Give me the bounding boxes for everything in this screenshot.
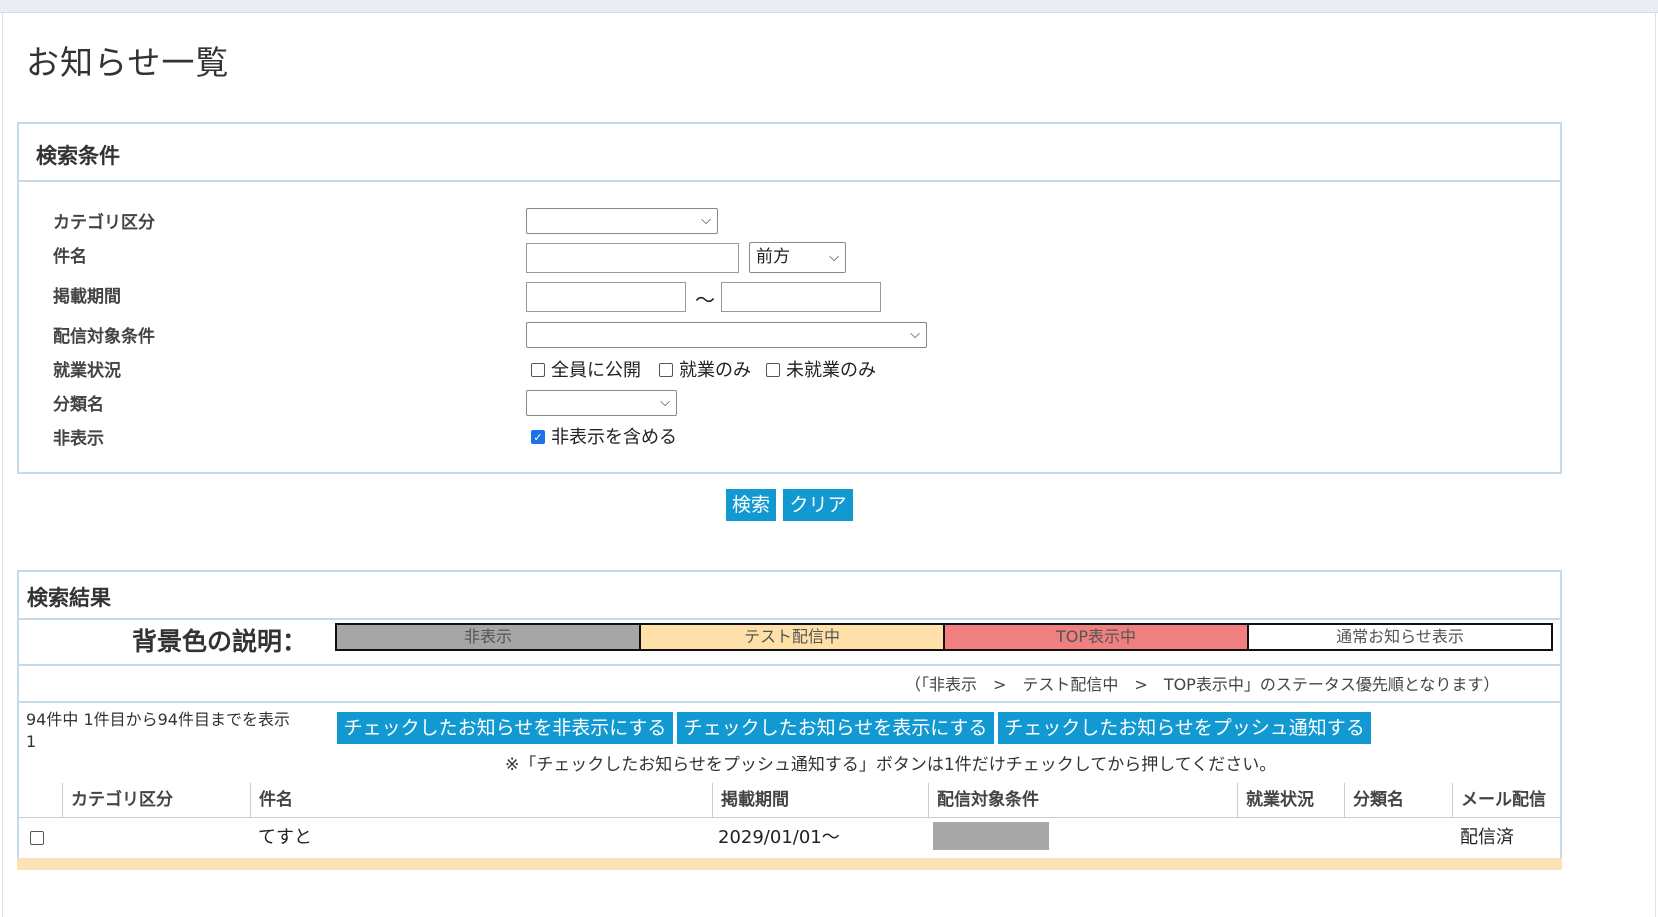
column-header-classification: 分類名 bbox=[1344, 783, 1452, 817]
legend-test-delivery: テスト配信中 bbox=[641, 625, 945, 649]
subject-input[interactable] bbox=[526, 243, 739, 273]
page-number: 1 bbox=[26, 732, 37, 751]
classification-label: 分類名 bbox=[53, 395, 104, 415]
results-panel-header: 検索結果 bbox=[19, 572, 1560, 620]
classification-select[interactable]: ⌵ bbox=[526, 390, 677, 416]
divider bbox=[17, 664, 1562, 666]
search-button[interactable]: 検索 bbox=[726, 489, 776, 521]
subject-label: 件名 bbox=[53, 247, 87, 267]
category-select[interactable]: ⌵ bbox=[526, 208, 718, 234]
period-label: 掲載期間 bbox=[53, 287, 121, 307]
column-header-employment: 就業状況 bbox=[1237, 783, 1344, 817]
legend-normal-display: 通常お知らせ表示 bbox=[1249, 625, 1551, 649]
column-header-mail: メール配信 bbox=[1452, 783, 1562, 817]
push-checked-button[interactable]: チェックしたお知らせをプッシュ通知する bbox=[998, 712, 1371, 744]
category-label: カテゴリ区分 bbox=[53, 213, 155, 233]
row-classification bbox=[1344, 818, 1452, 858]
employment-all-label: 全員に公開 bbox=[551, 360, 641, 381]
next-row-test-delivery bbox=[17, 858, 1562, 870]
background-color-legend: 非表示 テスト配信中 TOP表示中 通常お知らせ表示 bbox=[335, 623, 1553, 651]
table-row: てすと 2029/01/01～ 配信済 bbox=[17, 818, 1562, 858]
legend-label: 背景色の説明： bbox=[132, 627, 308, 656]
legend-top-display: TOP表示中 bbox=[945, 625, 1249, 649]
clear-button[interactable]: クリア bbox=[783, 489, 853, 521]
page-title: お知らせ一覧 bbox=[26, 43, 230, 82]
target-select[interactable]: ⌵ bbox=[526, 322, 927, 348]
employment-label: 就業状況 bbox=[53, 361, 121, 381]
row-target-redacted bbox=[933, 822, 1049, 850]
period-tilde: ～ bbox=[695, 288, 715, 312]
employment-not-working-checkbox[interactable] bbox=[766, 363, 780, 377]
chevron-down-icon: ⌵ bbox=[910, 327, 920, 342]
row-category bbox=[62, 818, 250, 858]
employment-not-working-label: 未就業のみ bbox=[786, 360, 876, 381]
period-to-input[interactable] bbox=[721, 282, 881, 312]
hidden-include-checkbox[interactable]: ✓ bbox=[531, 430, 545, 444]
column-header-period: 掲載期間 bbox=[712, 783, 928, 817]
push-note: ※「チェックしたお知らせをプッシュ通知する」ボタンは1件だけチェックしてから押し… bbox=[505, 755, 1277, 775]
show-checked-button[interactable]: チェックしたお知らせを表示にする bbox=[677, 712, 994, 744]
column-header-target: 配信対象条件 bbox=[928, 783, 1237, 817]
chevron-down-icon: ⌵ bbox=[829, 250, 839, 265]
priority-note: （「非表示 > テスト配信中 > TOP表示中」のステータス優先順となります） bbox=[905, 675, 1500, 694]
legend-hidden: 非表示 bbox=[337, 625, 641, 649]
subject-match-value: 前方 bbox=[756, 247, 790, 267]
target-label: 配信対象条件 bbox=[53, 327, 155, 347]
period-from-input[interactable] bbox=[526, 282, 686, 312]
column-header-subject: 件名 bbox=[250, 783, 712, 817]
chevron-down-icon: ⌵ bbox=[701, 213, 711, 228]
search-panel-header: 検索条件 bbox=[19, 124, 1560, 182]
row-mail: 配信済 bbox=[1460, 827, 1514, 848]
hidden-include-label: 非表示を含める bbox=[551, 427, 677, 448]
search-panel: 検索条件 カテゴリ区分 ⌵ 件名 前方 ⌵ 掲載期間 ～ 配信対象条件 ⌵ 就業… bbox=[17, 122, 1562, 474]
divider bbox=[17, 701, 1562, 703]
row-checkbox[interactable] bbox=[30, 831, 44, 845]
hidden-label: 非表示 bbox=[53, 429, 104, 449]
employment-all-checkbox[interactable] bbox=[531, 363, 545, 377]
row-subject[interactable]: てすと bbox=[250, 818, 712, 858]
subject-match-select[interactable]: 前方 ⌵ bbox=[749, 242, 846, 273]
employment-working-checkbox[interactable] bbox=[659, 363, 673, 377]
hide-checked-button[interactable]: チェックしたお知らせを非表示にする bbox=[337, 712, 673, 744]
row-employment bbox=[1237, 818, 1344, 858]
chevron-down-icon: ⌵ bbox=[660, 395, 670, 410]
column-header-category: カテゴリ区分 bbox=[62, 783, 250, 817]
results-table-header: カテゴリ区分 件名 掲載期間 配信対象条件 就業状況 分類名 メール配信 bbox=[17, 783, 1562, 818]
result-count: 94件中 1件目から94件目までを表示 1 bbox=[26, 709, 316, 753]
employment-working-label: 就業のみ bbox=[679, 360, 751, 381]
result-count-text: 94件中 1件目から94件目までを表示 bbox=[26, 710, 290, 729]
row-period: 2029/01/01～ bbox=[718, 827, 840, 848]
